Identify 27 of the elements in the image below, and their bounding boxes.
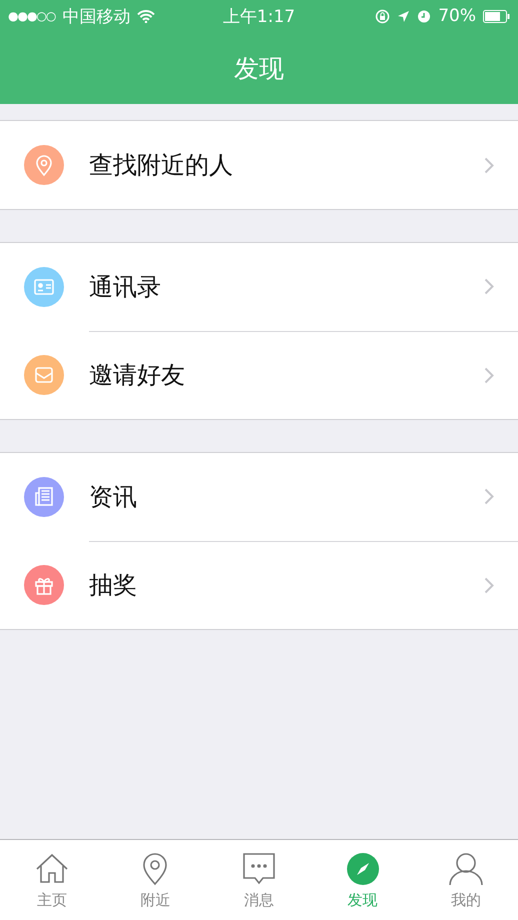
page-title: 发现 bbox=[234, 52, 284, 84]
status-time: 上午1:17 bbox=[222, 6, 296, 28]
compass-icon bbox=[344, 850, 381, 886]
menu-item[interactable]: 抽奖 bbox=[0, 541, 518, 629]
person-icon bbox=[448, 850, 484, 886]
battery-percent: 70% bbox=[438, 6, 476, 26]
alarm-clock-icon bbox=[417, 9, 432, 23]
menu-item[interactable]: 查找附近的人 bbox=[0, 121, 518, 209]
chevron-icon bbox=[484, 366, 494, 384]
chevron-icon bbox=[484, 576, 494, 594]
signal-strength: ●●●○○ bbox=[8, 9, 56, 23]
menu-item[interactable]: 邀请好友 bbox=[0, 331, 518, 419]
chevron-icon bbox=[484, 488, 494, 505]
menu-item[interactable]: 资讯 bbox=[0, 453, 518, 541]
chevron-icon bbox=[484, 156, 494, 174]
wifi-icon bbox=[137, 10, 156, 22]
chevron-icon bbox=[484, 278, 494, 295]
tab-button[interactable]: 附近 bbox=[104, 840, 208, 920]
tab-button[interactable]: 消息 bbox=[207, 840, 311, 920]
tab-button[interactable]: 主页 bbox=[0, 840, 104, 920]
chat-icon bbox=[240, 850, 277, 886]
menu-item[interactable]: 通讯录 bbox=[0, 243, 518, 331]
battery-icon bbox=[483, 10, 510, 22]
rotation-lock-icon bbox=[375, 8, 390, 24]
location-arrow-icon bbox=[397, 10, 410, 22]
tab-button[interactable]: 我的 bbox=[414, 840, 518, 920]
carrier-name: 中国移动 bbox=[62, 6, 130, 28]
